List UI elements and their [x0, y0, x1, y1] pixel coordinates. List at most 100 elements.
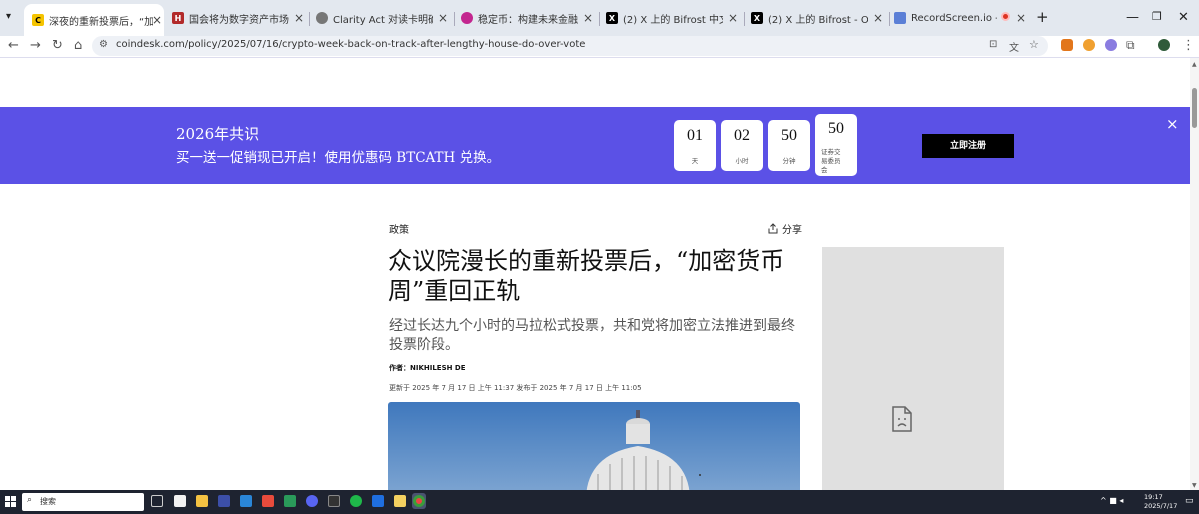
broken-file-icon: [892, 406, 912, 432]
new-tab-button[interactable]: +: [1036, 8, 1049, 26]
ad-placeholder: [822, 247, 1004, 497]
taskbar-app-icon[interactable]: [284, 495, 296, 507]
countdown-label: 分钟: [782, 157, 796, 165]
discord-icon[interactable]: [306, 495, 318, 507]
tab-4[interactable]: 稳定币：构建未来金融轨道的 ×: [461, 7, 595, 29]
taskbar-search[interactable]: ⌕ 搜索: [22, 493, 144, 511]
close-tab-icon[interactable]: ×: [150, 13, 164, 27]
address-toolbar: ← → ↻ ⌂ ⚙ coindesk.com/policy/2025/07/16…: [0, 36, 1199, 58]
countdown-hours: 02 小时: [721, 120, 763, 171]
coindesk-favicon-icon: C: [32, 14, 44, 26]
x-favicon-icon: X: [751, 12, 763, 24]
tab-3[interactable]: Clarity Act 对读卡明确 ×: [316, 7, 450, 29]
site-info-icon[interactable]: ⚙: [99, 39, 108, 50]
tab-2[interactable]: H 国会将为数字资产市场结构带来 ×: [172, 7, 306, 29]
clock-date[interactable]: 2025/7/17: [1144, 502, 1177, 510]
close-banner-icon[interactable]: ×: [1166, 115, 1179, 133]
tab-title: (2) X 上的 Bifrost 中文：“过大: [623, 14, 723, 26]
address-bar[interactable]: ⚙ coindesk.com/policy/2025/07/16/crypto-…: [92, 36, 1048, 56]
close-tab-icon[interactable]: ×: [1014, 11, 1028, 25]
tray-icons[interactable]: ^ ■ ◂: [1100, 496, 1123, 505]
tab-title: RecordScreen.io - Record: [911, 12, 997, 24]
clock-time[interactable]: 19:17: [1144, 493, 1163, 501]
close-tab-icon[interactable]: ×: [436, 11, 450, 25]
share-icon: [768, 223, 778, 234]
recordscreen-favicon-icon: [894, 12, 906, 24]
tab-divider: [454, 12, 455, 26]
scroll-down-icon[interactable]: ▼: [1192, 482, 1197, 489]
countdown-value: 02: [734, 127, 750, 144]
x-favicon-icon: X: [606, 12, 618, 24]
chrome-icon[interactable]: [413, 495, 425, 507]
share-button[interactable]: 分享: [768, 221, 802, 236]
site-favicon-icon: H: [172, 12, 184, 24]
countdown-label: 证券交易委员会: [821, 148, 841, 174]
profile-avatar[interactable]: [1158, 39, 1170, 51]
back-icon[interactable]: ←: [8, 38, 19, 53]
metamask-icon[interactable]: [1061, 39, 1073, 51]
close-tab-icon[interactable]: ×: [292, 11, 306, 25]
notification-icon[interactable]: ▭: [1185, 496, 1194, 506]
forward-icon[interactable]: →: [30, 38, 41, 53]
close-tab-icon[interactable]: ×: [871, 11, 885, 25]
search-placeholder: 搜索: [40, 497, 56, 506]
taskbar-app-icon[interactable]: [218, 495, 230, 507]
tab-divider: [744, 12, 745, 26]
home-icon[interactable]: ⌂: [74, 38, 82, 53]
extension-icon[interactable]: [1083, 39, 1095, 51]
countdown-seconds: 50 证券交易委员会: [815, 114, 857, 176]
task-view-icon[interactable]: [151, 495, 163, 507]
menu-icon[interactable]: ⋮: [1182, 38, 1195, 53]
reload-icon[interactable]: ↻: [52, 38, 63, 53]
taskbar-app-icon[interactable]: [328, 495, 340, 507]
minimize-icon[interactable]: —: [1126, 10, 1139, 25]
countdown-label: 小时: [735, 157, 749, 165]
countdown-value: 01: [687, 127, 703, 144]
globe-favicon-icon: [316, 12, 328, 24]
install-app-icon[interactable]: ⊡: [989, 39, 997, 50]
translate-icon[interactable]: 文: [1009, 39, 1019, 54]
author-link[interactable]: NIKHILESH DE: [410, 364, 466, 372]
register-now-button[interactable]: 立即注册: [922, 134, 1014, 158]
recording-icon: [1001, 12, 1010, 21]
bookmark-star-icon[interactable]: ☆: [1029, 38, 1039, 51]
capitol-dome-image: [586, 410, 701, 497]
windows-start-icon[interactable]: [5, 496, 16, 507]
tab-1[interactable]: C 深夜的重新投票后，“加密货币 ×: [24, 4, 164, 36]
article-dates: 更新于 2025 年 7 月 17 日 上午 11:37 发布于 2025 年 …: [389, 384, 642, 392]
taskbar-app-icon[interactable]: [372, 495, 384, 507]
tab-6[interactable]: X (2) X 上的 Bifrost - Omnichai ×: [751, 7, 885, 29]
article-category[interactable]: 政策: [389, 221, 409, 236]
scrollbar-thumb[interactable]: [1192, 88, 1197, 128]
tab-divider: [599, 12, 600, 26]
taskbar-app-icon[interactable]: [240, 495, 252, 507]
byline-prefix: 作者：: [389, 364, 410, 372]
tab-list-icon[interactable]: ▾: [6, 11, 11, 22]
tab-divider: [889, 12, 890, 26]
close-tab-icon[interactable]: ×: [581, 11, 595, 25]
close-tab-icon[interactable]: ×: [726, 11, 740, 25]
extension-icon[interactable]: [1105, 39, 1117, 51]
taskbar-app-icon[interactable]: [394, 495, 406, 507]
restore-icon[interactable]: ❐: [1152, 10, 1162, 23]
countdown-minutes: 50 分钟: [768, 120, 810, 171]
close-window-icon[interactable]: ✕: [1178, 10, 1189, 25]
page-scrollbar[interactable]: ▲ ▼: [1190, 58, 1199, 490]
promo-title: 2026年共识: [176, 125, 260, 143]
tab-bar: ▾ C 深夜的重新投票后，“加密货币 × H 国会将为数字资产市场结构带来 × …: [0, 0, 1199, 36]
extensions-puzzle-icon[interactable]: ⧉: [1126, 38, 1135, 53]
tab-5[interactable]: X (2) X 上的 Bifrost 中文：“过大 ×: [606, 7, 740, 29]
file-explorer-icon[interactable]: [196, 495, 208, 507]
countdown-value: 50: [828, 120, 844, 137]
tab-title: 国会将为数字资产市场结构带来: [189, 14, 289, 26]
taskbar-app-icon[interactable]: [262, 495, 274, 507]
scroll-up-icon[interactable]: ▲: [1192, 61, 1197, 68]
tab-title: 深夜的重新投票后，“加密货币: [49, 16, 153, 28]
tab-7[interactable]: RecordScreen.io - Record ×: [894, 7, 1028, 29]
article-subheadline: 经过长达九个小时的马拉松式投票，共和党将加密立法推进到最终投票阶段。: [389, 318, 795, 353]
taskbar-app-icon[interactable]: [350, 495, 362, 507]
tab-title: 稳定币：构建未来金融轨道的: [478, 14, 578, 26]
url-text[interactable]: coindesk.com/policy/2025/07/16/crypto-we…: [116, 39, 585, 50]
taskbar-app-icon[interactable]: [174, 495, 186, 507]
tab-title: Clarity Act 对读卡明确: [333, 14, 433, 26]
